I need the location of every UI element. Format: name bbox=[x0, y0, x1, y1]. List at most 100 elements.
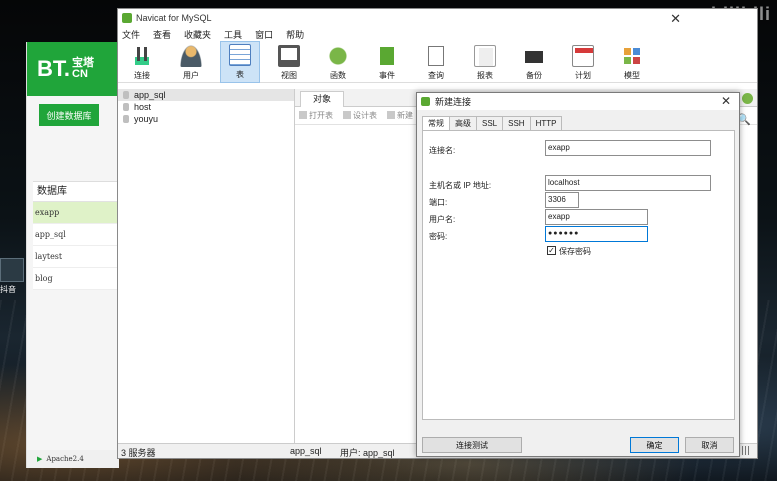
toolbar-label: 模型 bbox=[624, 71, 640, 80]
new-connection-dialog: 新建连接 ✕ 常规 高级 SSL SSH HTTP 连接名: exapp 主机名… bbox=[416, 92, 740, 457]
toolbar-label: 报表 bbox=[477, 71, 493, 80]
bt-database-item[interactable]: app_sql bbox=[33, 224, 119, 246]
bt-logo-cn-bottom: CN bbox=[72, 68, 88, 80]
menu-file[interactable]: 文件 bbox=[122, 28, 140, 41]
port-label: 端口: bbox=[429, 198, 448, 207]
open-table-button[interactable]: 打开表 bbox=[299, 110, 333, 121]
grid-view-icon[interactable] bbox=[742, 446, 751, 455]
password-label: 密码: bbox=[429, 232, 448, 241]
model-icon bbox=[621, 45, 643, 67]
menu-view[interactable]: 查看 bbox=[153, 28, 171, 41]
tree-item-label: youyu bbox=[134, 114, 159, 124]
bt-service-status[interactable]: ▶ Apache2.4 bbox=[27, 450, 119, 468]
username-input[interactable]: exapp bbox=[545, 209, 648, 225]
database-icon bbox=[123, 103, 129, 111]
main-toolbar: 连接 用户 表 视图 函数 事件 查询 报表 备份 计划 模型 bbox=[118, 41, 757, 83]
tab-general[interactable]: 常规 bbox=[422, 116, 450, 131]
toolbar-label: 连接 bbox=[134, 71, 150, 80]
cancel-button[interactable]: 取消 bbox=[685, 437, 734, 453]
toolbar-label: 计划 bbox=[575, 71, 591, 80]
connection-icon bbox=[131, 45, 153, 67]
toolbar-report-button[interactable]: 报表 bbox=[465, 41, 505, 83]
bt-logo-main: BT. bbox=[37, 56, 70, 81]
bt-database-item[interactable]: laytest bbox=[33, 246, 119, 268]
bt-list-header: 数据库 bbox=[33, 182, 119, 202]
view-icon bbox=[278, 45, 300, 67]
bt-panel-window: BT. 宝塔 CN 创建数据库 数据库 exapp app_sql laytes… bbox=[26, 42, 119, 468]
toolbar-query-button[interactable]: 查询 bbox=[416, 41, 456, 83]
new-table-icon bbox=[387, 111, 395, 119]
bt-database-item[interactable]: exapp bbox=[33, 202, 119, 224]
navicat-app-icon bbox=[122, 13, 132, 23]
connection-name-label: 连接名: bbox=[429, 146, 456, 155]
menu-bar: 文件 查看 收藏夹 工具 窗口 帮助 bbox=[118, 27, 757, 41]
host-input[interactable]: localhost bbox=[545, 175, 711, 191]
tab-http[interactable]: HTTP bbox=[529, 116, 563, 130]
play-icon: ▶ bbox=[37, 455, 43, 463]
save-password-checkbox[interactable]: ✓ bbox=[547, 246, 556, 255]
toolbar-function-button[interactable]: 函数 bbox=[318, 41, 358, 83]
ok-button[interactable]: 确定 bbox=[630, 437, 679, 453]
tab-ssl[interactable]: SSL bbox=[476, 116, 504, 130]
open-table-icon bbox=[299, 111, 307, 119]
table-icon bbox=[229, 44, 251, 66]
event-icon bbox=[376, 45, 398, 67]
design-table-icon bbox=[343, 111, 351, 119]
tab-advanced[interactable]: 高级 bbox=[449, 116, 477, 130]
port-input[interactable]: 3306 bbox=[545, 192, 579, 208]
status-user: 用户: app_sql bbox=[340, 448, 395, 458]
toolbar-table-button[interactable]: 表 bbox=[220, 41, 260, 83]
status-connection: app_sql bbox=[290, 446, 322, 456]
dialog-app-icon bbox=[421, 97, 430, 106]
menu-favorites[interactable]: 收藏夹 bbox=[184, 28, 211, 41]
toolbar-connection-button[interactable]: 连接 bbox=[122, 41, 162, 83]
username-label: 用户名: bbox=[429, 215, 456, 224]
connection-tree: app_sql host youyu bbox=[118, 89, 295, 443]
password-input[interactable]: ●●●●●● bbox=[545, 226, 648, 242]
desktop-app-icon[interactable] bbox=[0, 258, 24, 282]
info-icon[interactable] bbox=[742, 93, 753, 104]
database-icon bbox=[123, 115, 129, 123]
toolbar-label: 事件 bbox=[379, 71, 395, 80]
status-server-count: 3 服务器 bbox=[121, 448, 156, 458]
toolbar-model-button[interactable]: 模型 bbox=[612, 41, 652, 83]
tab-objects[interactable]: 对象 bbox=[300, 91, 344, 107]
dialog-close-icon[interactable]: ✕ bbox=[721, 94, 731, 108]
toolbar-backup-button[interactable]: 备份 bbox=[514, 41, 554, 83]
test-connection-button[interactable]: 连接测试 bbox=[422, 437, 522, 453]
toolbar-label: 用户 bbox=[183, 71, 199, 80]
menu-window[interactable]: 窗口 bbox=[255, 28, 273, 41]
dialog-titlebar: 新建连接 ✕ bbox=[417, 93, 739, 110]
database-icon bbox=[123, 91, 129, 99]
tree-item-label: host bbox=[134, 102, 152, 112]
tree-item-label: app_sql bbox=[134, 90, 166, 100]
tab-ssh[interactable]: SSH bbox=[502, 116, 531, 130]
bt-database-item[interactable]: blog bbox=[33, 268, 119, 290]
report-icon bbox=[474, 45, 496, 67]
menu-tools[interactable]: 工具 bbox=[224, 28, 242, 41]
function-icon bbox=[327, 45, 349, 67]
toolbar-label: 备份 bbox=[526, 71, 542, 80]
new-table-button[interactable]: 新建 bbox=[387, 110, 413, 121]
tree-connection-item[interactable]: host bbox=[118, 101, 294, 113]
bt-database-list: 数据库 exapp app_sql laytest blog bbox=[33, 181, 119, 290]
schedule-icon bbox=[572, 45, 594, 67]
toolbar-view-button[interactable]: 视图 bbox=[269, 41, 309, 83]
tree-connection-item[interactable]: youyu bbox=[118, 113, 294, 125]
desktop-app-label: 抖音 bbox=[0, 285, 16, 294]
toolbar-user-button[interactable]: 用户 bbox=[171, 41, 211, 83]
connection-name-input[interactable]: exapp bbox=[545, 140, 711, 156]
design-table-button[interactable]: 设计表 bbox=[343, 110, 377, 121]
toolbar-label: 视图 bbox=[281, 71, 297, 80]
user-icon bbox=[180, 45, 202, 67]
navicat-title: Navicat for MySQL bbox=[136, 13, 212, 23]
navicat-close-icon[interactable]: ✕ bbox=[670, 11, 681, 27]
menu-help[interactable]: 帮助 bbox=[286, 28, 304, 41]
create-database-button[interactable]: 创建数据库 bbox=[39, 104, 99, 126]
toolbar-label: 表 bbox=[236, 70, 244, 79]
toolbar-schedule-button[interactable]: 计划 bbox=[563, 41, 603, 83]
toolbar-event-button[interactable]: 事件 bbox=[367, 41, 407, 83]
tree-connection-item[interactable]: app_sql bbox=[118, 89, 294, 101]
toolbar-label: 函数 bbox=[330, 71, 346, 80]
bt-service-label: Apache2.4 bbox=[46, 455, 84, 463]
